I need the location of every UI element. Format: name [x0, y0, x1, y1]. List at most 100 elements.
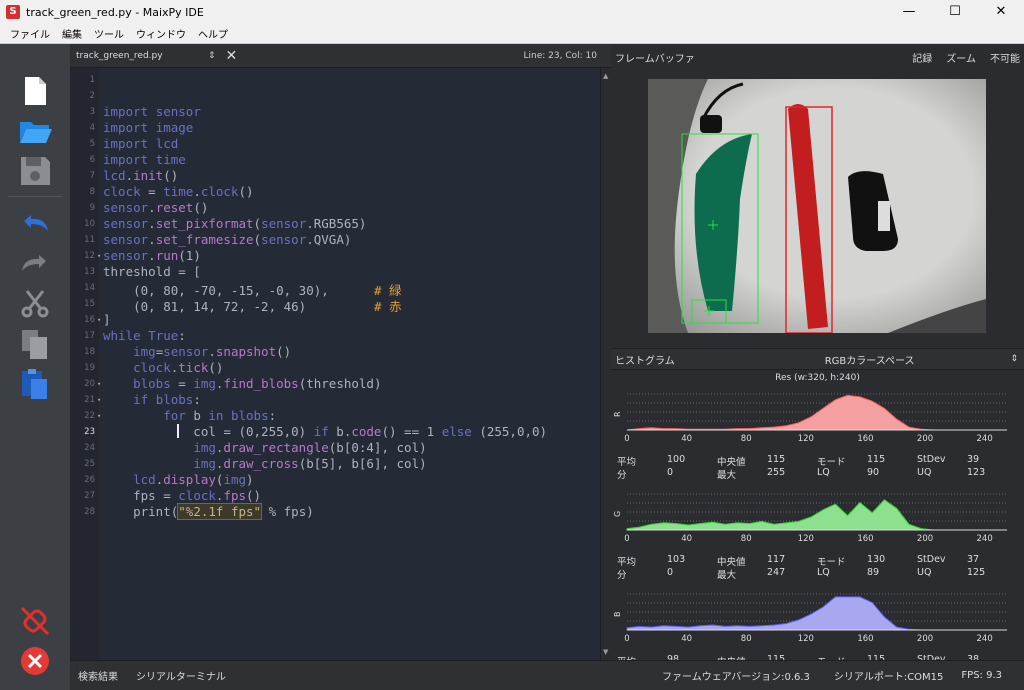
- scroll-down-icon[interactable]: ▼: [603, 648, 608, 656]
- framebuffer-header: フレームバッファ 記録 ズーム 不可能: [611, 44, 1024, 70]
- new-file-icon[interactable]: [18, 74, 52, 108]
- stat-value-uq: 125: [967, 567, 986, 578]
- fold-marker-icon[interactable]: ▾: [97, 396, 101, 404]
- menu-tools[interactable]: ツール: [88, 26, 130, 41]
- close-window-button[interactable]: ✕: [978, 0, 1024, 24]
- line-number: 18: [84, 347, 95, 357]
- disable-button[interactable]: 不可能: [990, 50, 1020, 65]
- x-tick-label: 0: [624, 634, 629, 644]
- line-number: 23: [84, 427, 95, 437]
- stat-label-min: 分: [617, 470, 627, 481]
- menu-window[interactable]: ウィンドウ: [130, 26, 192, 41]
- menu-help[interactable]: ヘルプ: [192, 26, 234, 41]
- cursor-position: Line: 23, Col: 10: [523, 50, 597, 61]
- line-number: 16: [84, 315, 95, 325]
- code-line[interactable]: sensor.run(1): [103, 248, 201, 263]
- code-line[interactable]: threshold = [: [103, 264, 201, 279]
- menu-edit[interactable]: 編集: [56, 26, 88, 41]
- x-tick-label: 240: [977, 534, 993, 544]
- stat-value-max: 255: [767, 467, 786, 478]
- x-tick-label: 120: [798, 434, 814, 444]
- maximize-button[interactable]: ☐: [932, 0, 978, 24]
- redo-icon[interactable]: [18, 247, 52, 281]
- code-line[interactable]: sensor.set_framesize(sensor.QVGA): [103, 232, 351, 247]
- code-editor[interactable]: 1 2 3 4 5 6 7 8 9 10 11 12 13 14 15 16 17 18 19 20 21 22 23 24 2…: [70, 68, 600, 660]
- code-line[interactable]: ]: [103, 312, 111, 327]
- fold-marker-icon[interactable]: ▾: [97, 380, 101, 388]
- x-tick-label: 120: [798, 534, 814, 544]
- x-tick-label: 200: [917, 634, 933, 644]
- stat-label-mean: 平均: [617, 457, 637, 468]
- code-line[interactable]: import image: [103, 120, 193, 135]
- code-line[interactable]: blobs = img.find_blobs(threshold): [103, 376, 381, 391]
- open-folder-icon[interactable]: [18, 114, 52, 148]
- stat-label-lq: LQ: [817, 467, 830, 478]
- serial-terminal-tab[interactable]: シリアルターミナル: [136, 668, 226, 683]
- x-tick-label: 160: [857, 434, 873, 444]
- colorspace-arrows-icon[interactable]: ⇕: [1010, 354, 1018, 364]
- title-bar: S track_green_red.py - MaixPy IDE — ☐ ✕: [0, 0, 1024, 24]
- code-line[interactable]: (0, 81, 14, 72, -2, 46) # 赤: [103, 296, 401, 315]
- code-line[interactable]: img=sensor.snapshot(): [103, 344, 291, 359]
- code-line[interactable]: import time: [103, 152, 186, 167]
- cut-icon[interactable]: [18, 287, 52, 321]
- copy-icon[interactable]: [18, 327, 52, 361]
- save-icon[interactable]: [18, 154, 52, 188]
- fold-marker-icon[interactable]: ▾: [97, 252, 101, 260]
- code-line[interactable]: print("%2.1f fps" % fps): [103, 503, 314, 520]
- line-number: 10: [84, 219, 95, 229]
- code-line[interactable]: while True:: [103, 328, 186, 343]
- camera-frame-image: [648, 79, 986, 333]
- line-number: 2: [89, 91, 95, 101]
- histogram-plot: G 0 40 80 120 160 200 240: [613, 493, 1007, 544]
- disconnect-icon[interactable]: [18, 604, 52, 638]
- serial-port: シリアルポート:COM15: [833, 672, 944, 683]
- code-line[interactable]: fps = clock.fps(): [103, 488, 261, 503]
- code-line[interactable]: lcd.display(img): [103, 472, 253, 487]
- framebuffer-title: フレームバッファ: [615, 53, 695, 65]
- undo-icon[interactable]: [18, 207, 52, 241]
- record-button[interactable]: 記録: [912, 50, 932, 65]
- code-line[interactable]: clock.tick(): [103, 360, 223, 375]
- code-line[interactable]: col = (0,255,0) if b.code() == 1 else (2…: [103, 424, 547, 439]
- scroll-up-icon[interactable]: ▲: [603, 72, 608, 80]
- histogram-header: ヒストグラム RGBカラースペース ⇕: [611, 348, 1024, 370]
- file-selector-arrows-icon[interactable]: ⇕: [208, 51, 216, 61]
- menu-file[interactable]: ファイル: [4, 26, 56, 41]
- close-file-icon[interactable]: ✕: [226, 48, 238, 64]
- stop-icon[interactable]: [18, 644, 52, 678]
- colorspace-select[interactable]: RGBカラースペース: [825, 352, 915, 367]
- code-line[interactable]: sensor.reset(): [103, 200, 208, 215]
- code-line[interactable]: for b in blobs:: [103, 408, 276, 423]
- file-selector[interactable]: track_green_red.py: [76, 51, 206, 61]
- search-results-tab[interactable]: 検索結果: [78, 668, 118, 683]
- code-line[interactable]: import lcd: [103, 136, 178, 151]
- stat-label-uq: UQ: [917, 467, 932, 478]
- paste-icon[interactable]: [18, 367, 52, 401]
- minimize-button[interactable]: —: [886, 0, 932, 24]
- code-line[interactable]: if blobs:: [103, 392, 201, 407]
- code-line[interactable]: sensor.set_pixformat(sensor.RGB565): [103, 216, 366, 231]
- stat-label-mean: 平均: [617, 557, 637, 568]
- code-line[interactable]: lcd.init(): [103, 168, 178, 183]
- editor-tab-bar: track_green_red.py ⇕ ✕ Line: 23, Col: 10: [70, 44, 611, 68]
- fps-readout: FPS: 9.3: [961, 670, 1002, 681]
- line-number: 11: [84, 235, 95, 245]
- stat-label-median: 中央値: [717, 557, 746, 568]
- x-tick-label: 200: [917, 534, 933, 544]
- line-number: 9: [89, 203, 95, 213]
- firmware-version: ファームウェアバージョン:0.6.3: [662, 672, 810, 683]
- x-tick-label: 80: [741, 534, 752, 544]
- fold-marker-icon[interactable]: ▾: [97, 412, 101, 420]
- line-number: 8: [89, 187, 95, 197]
- code-line[interactable]: img.draw_cross(b[5], b[6], col): [103, 456, 426, 471]
- editor-scrollbar[interactable]: ▲ ▼: [600, 68, 611, 660]
- line-number: 1: [89, 75, 95, 85]
- code-line[interactable]: img.draw_rectangle(b[0:4], col): [103, 440, 426, 455]
- code-line[interactable]: clock = time.clock(): [103, 184, 254, 199]
- code-line[interactable]: import sensor: [103, 104, 201, 119]
- zoom-button[interactable]: ズーム: [946, 50, 976, 65]
- line-number: 26: [84, 475, 95, 485]
- histogram-area: [626, 394, 1007, 431]
- fold-marker-icon[interactable]: ▾: [97, 316, 101, 324]
